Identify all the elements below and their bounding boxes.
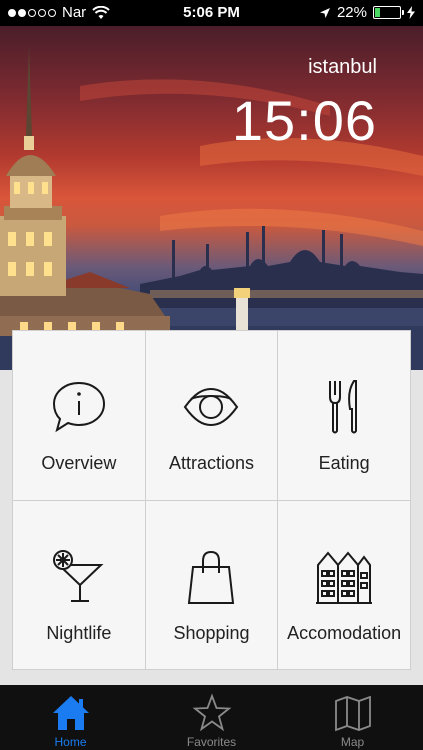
city-name: istanbul — [308, 56, 377, 78]
overview-tile[interactable]: Overview — [13, 331, 145, 500]
tab-map-label: Map — [340, 735, 365, 749]
shopping-label: Shopping — [173, 622, 250, 643]
charging-bolt-icon — [407, 6, 415, 19]
location-arrow-icon — [319, 7, 330, 18]
city-hero-image: istanbul 15:06 — [0, 26, 423, 370]
shopping-tile[interactable]: Shopping — [145, 500, 278, 669]
attractions-tile[interactable]: Attractions — [145, 331, 278, 500]
status-right: 22% — [319, 4, 415, 21]
tab-home[interactable]: Home — [0, 685, 141, 750]
battery-icon — [373, 6, 404, 19]
eating-tile[interactable]: Eating — [278, 331, 410, 500]
attractions-label: Attractions — [168, 453, 255, 473]
category-grid: Overview Attractions Eating Nightlife Sh… — [12, 330, 411, 670]
nightlife-label: Nightlife — [46, 622, 112, 643]
info-bubble-icon — [52, 381, 105, 433]
tab-bar: Home Favorites Map — [0, 685, 423, 750]
tab-favorites-label: Favorites — [186, 735, 237, 749]
eating-label: Eating — [318, 453, 370, 473]
shopping-bag-icon — [188, 550, 235, 604]
tab-home-label: Home — [54, 735, 87, 749]
nightlife-tile[interactable]: Nightlife — [13, 500, 145, 669]
buildings-icon — [316, 550, 373, 604]
fork-knife-icon — [329, 380, 358, 434]
accomodation-tile[interactable]: Accomodation — [278, 500, 410, 669]
map-icon — [334, 695, 371, 732]
eye-icon — [184, 387, 239, 427]
home-icon — [52, 696, 89, 730]
local-time: 15:06 — [231, 89, 377, 152]
battery-percent: 22% — [336, 4, 367, 21]
tab-map[interactable]: Map — [282, 685, 423, 750]
cocktail-icon — [52, 549, 104, 602]
status-bar: Nar 5:06 PM 22% — [0, 0, 423, 26]
accomodation-label: Accomodation — [287, 622, 402, 643]
tab-favorites[interactable]: Favorites — [141, 685, 282, 750]
overview-label: Overview — [41, 453, 117, 473]
star-icon — [192, 693, 231, 732]
